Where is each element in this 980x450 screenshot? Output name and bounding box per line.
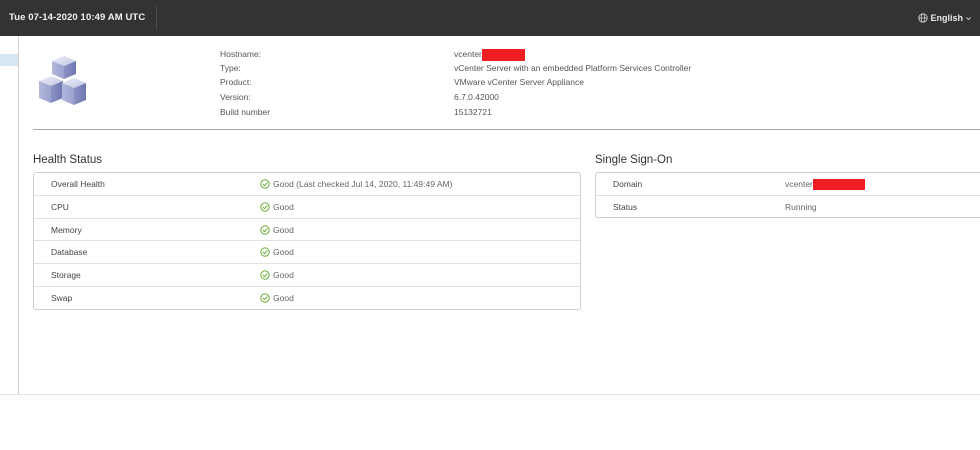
health-row-status: Good <box>260 241 294 263</box>
health-row-status-text: Good <box>273 202 294 212</box>
health-row-label: Overall Health <box>51 179 105 189</box>
top-bar: Tue 07-14-2020 10:49 AM UTC English <box>0 0 980 36</box>
sso-row-label: Domain <box>613 179 643 189</box>
health-row-cpu: CPU Good <box>34 195 580 218</box>
health-row-swap: Swap Good <box>34 286 580 309</box>
sso-title: Single Sign-On <box>595 154 673 166</box>
header-divider <box>156 6 157 30</box>
current-datetime: Tue 07-14-2020 10:49 AM UTC <box>9 12 146 23</box>
health-row-overall: Overall Health Good (Last checked Jul 14… <box>34 173 580 195</box>
redaction-block <box>812 178 865 190</box>
type-value: vCenter Server with an embedded Platform… <box>454 63 692 73</box>
left-navigation-rail <box>0 36 19 394</box>
health-row-status: Good <box>260 219 294 241</box>
health-row-status: Good <box>260 196 294 218</box>
health-row-database: Database Good <box>34 240 580 263</box>
health-row-label: CPU <box>51 202 69 212</box>
health-row-status-text: Good (Last checked Jul 14, 2020, 11:49:4… <box>273 179 453 189</box>
health-row-label: Database <box>51 247 88 257</box>
language-selector[interactable]: English <box>918 0 972 36</box>
health-row-label: Memory <box>51 225 82 235</box>
sso-row-label: Status <box>613 202 638 212</box>
sso-row-status: Status Running <box>596 195 980 218</box>
health-row-status: Good (Last checked Jul 14, 2020, 11:49:4… <box>260 173 452 195</box>
nav-item-summary-selected[interactable] <box>0 54 18 66</box>
redaction-block <box>481 48 525 61</box>
version-label: Version: <box>220 92 251 102</box>
type-label: Type: <box>220 63 241 73</box>
health-status-panel: Overall Health Good (Last checked Jul 14… <box>33 172 581 310</box>
health-row-status-text: Good <box>273 270 294 280</box>
sso-row-domain: Domain vcenter <box>596 173 980 195</box>
check-circle-icon <box>260 247 270 257</box>
globe-icon <box>918 13 929 23</box>
build-number-value: 15132721 <box>454 107 492 117</box>
check-circle-icon <box>260 202 270 212</box>
health-row-memory: Memory Good <box>34 218 580 241</box>
health-row-storage: Storage Good <box>34 263 580 286</box>
health-row-status-text: Good <box>273 293 294 303</box>
build-number-label: Build number <box>220 107 271 117</box>
health-status-title: Health Status <box>33 154 103 166</box>
chevron-down-icon <box>965 15 972 22</box>
sso-domain-text: vcenter <box>785 179 813 189</box>
hostname-text: vcenter <box>454 49 482 59</box>
health-row-status: Good <box>260 287 294 309</box>
check-circle-icon <box>260 225 270 235</box>
health-row-status: Good <box>260 264 294 286</box>
sso-row-value: Running <box>785 202 817 212</box>
vcenter-blocks-icon <box>36 55 90 107</box>
summary-divider <box>33 129 980 130</box>
version-value: 6.7.0.42000 <box>454 92 499 102</box>
sso-row-value: vcenter <box>785 173 865 195</box>
check-circle-icon <box>260 179 270 189</box>
content-bottom-border <box>0 394 980 395</box>
product-value: VMware vCenter Server Appliance <box>454 77 584 87</box>
product-label: Product: <box>220 77 252 87</box>
check-circle-icon <box>260 293 270 303</box>
health-row-status-text: Good <box>273 247 294 257</box>
check-circle-icon <box>260 270 270 280</box>
health-row-status-text: Good <box>273 225 294 235</box>
hostname-label: Hostname: <box>220 49 262 59</box>
hostname-value: vcenter <box>454 47 525 61</box>
health-row-label: Storage <box>51 270 81 280</box>
sso-panel: Domain vcenter Status Running <box>595 172 980 218</box>
health-row-label: Swap <box>51 293 73 303</box>
language-label: English <box>930 13 963 23</box>
